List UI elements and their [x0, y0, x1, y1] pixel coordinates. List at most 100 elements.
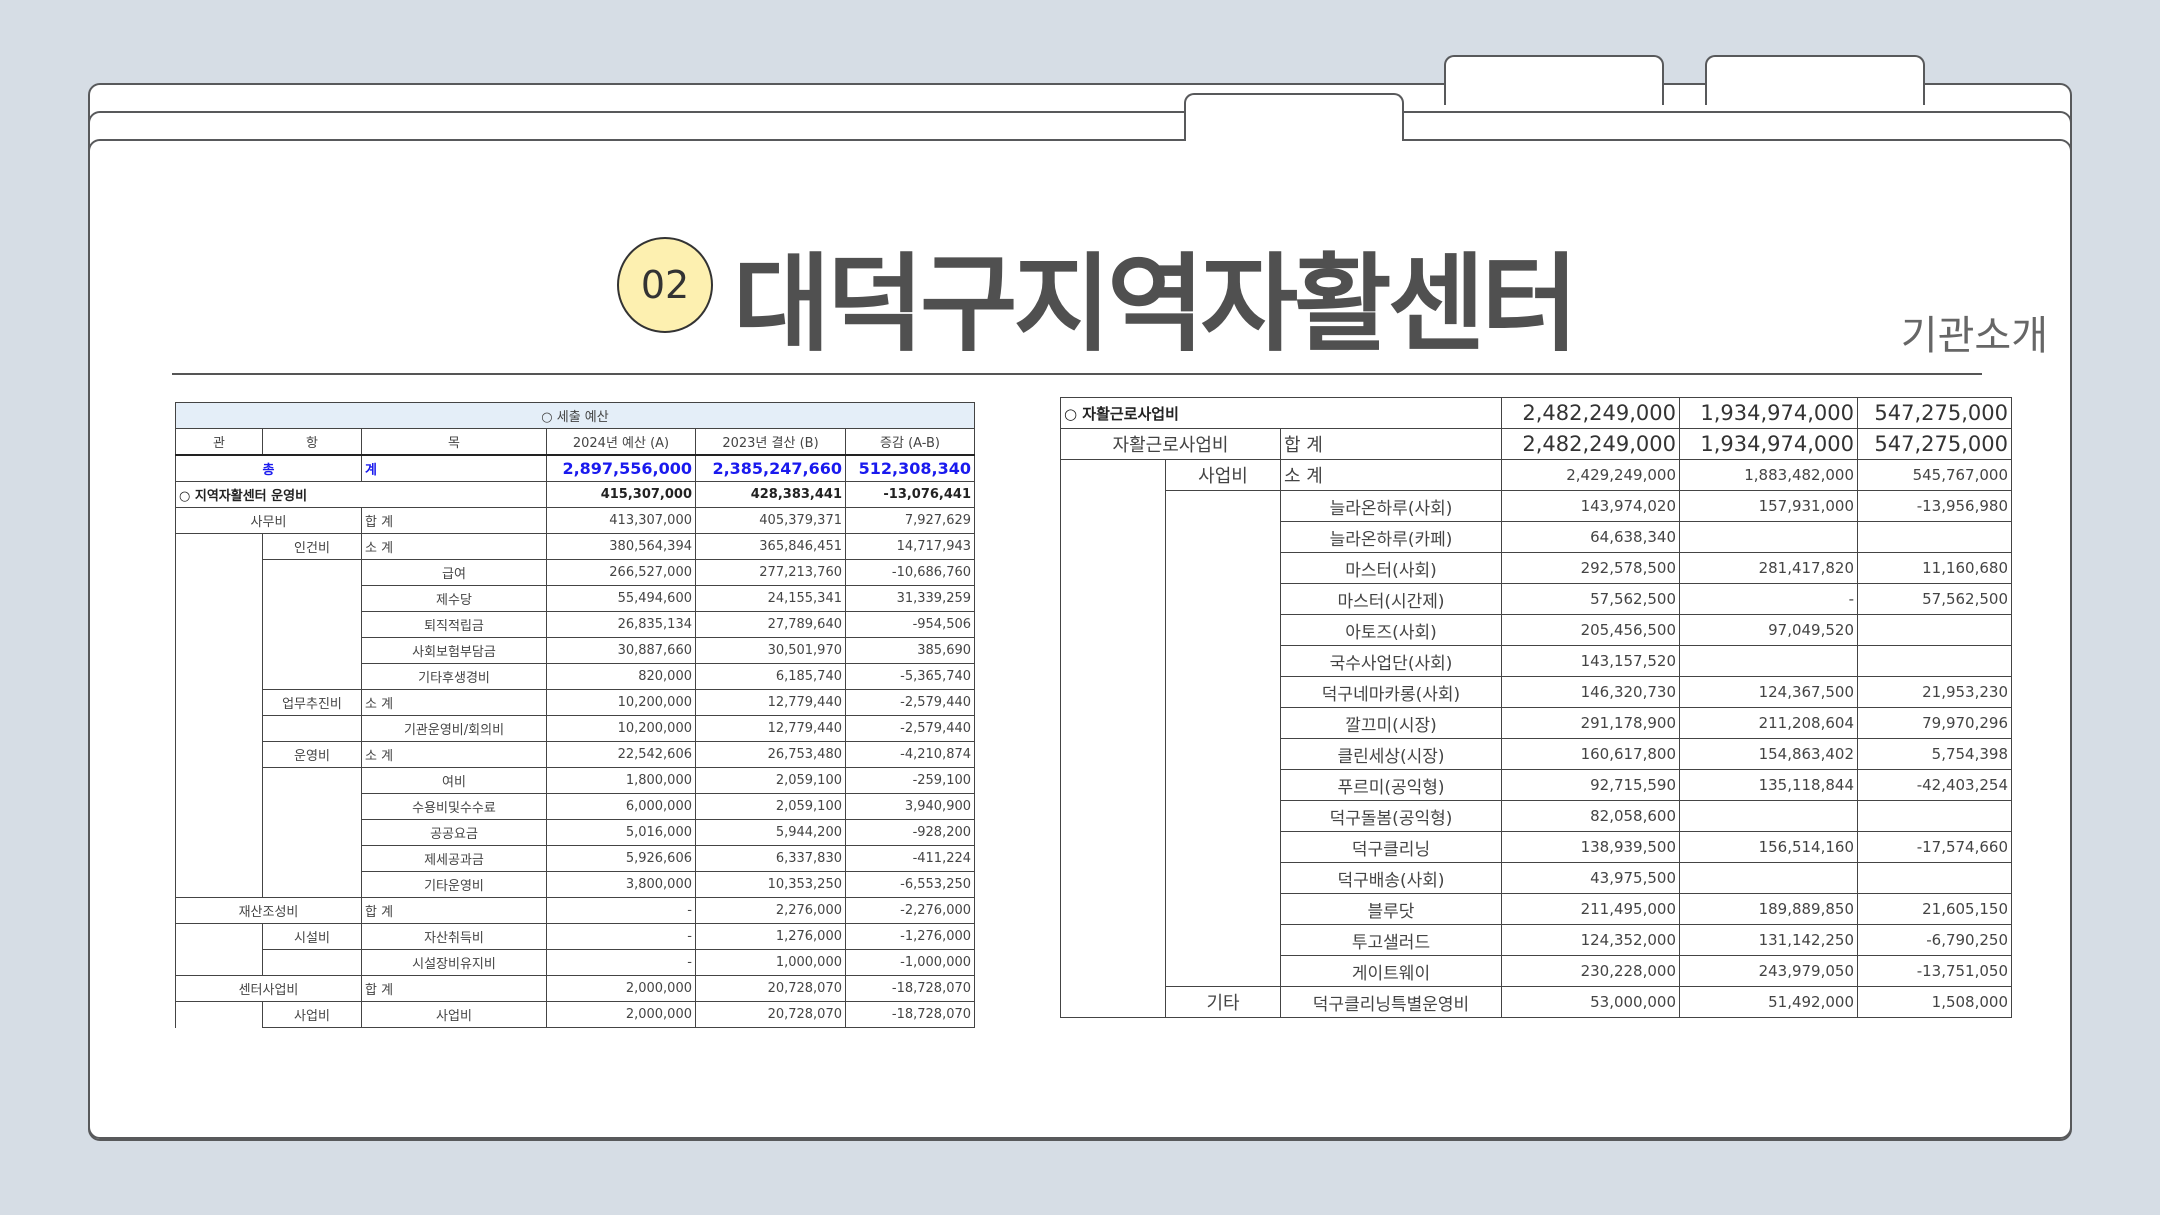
table-row: 기타후생경비 820,000 6,185,740 -5,365,740 [175, 663, 976, 690]
value-cell: -17,574,660 [1857, 831, 2012, 863]
business-unit-label: 마스터(사회) [1280, 552, 1502, 584]
blank-cell [175, 923, 263, 950]
table-caption: ○ 세출 예산 [174, 402, 976, 429]
self-support-sub-value-2023: 1,934,974,000 [1679, 428, 1858, 460]
value-cell: 124,367,500 [1679, 676, 1858, 708]
value-cell: 405,379,371 [695, 507, 846, 534]
table-row: 시설장비유지비 -1,000,000 -1,000,000 [175, 949, 976, 976]
item-label: 사회보험부담금 [361, 637, 547, 664]
value-cell: 5,944,200 [695, 819, 846, 846]
table-row: 급여 266,527,000 277,213,760 -10,686,760 [175, 559, 976, 586]
value-cell: -18,728,070 [844, 1001, 976, 1028]
value-cell: 64,638,340 [1501, 521, 1680, 553]
item-label: 사업비 [361, 1001, 547, 1028]
table-row: 업무추진비 소 계 10,200,000 12,779,440 -2,579,440 [175, 689, 976, 716]
folder-tab-1[interactable] [1184, 93, 1404, 143]
value-cell: 380,564,394 [546, 533, 696, 560]
table-header-row: 관 항 목 2024년 예산 (A) 2023년 결산 (B) 증감 (A-B) [175, 428, 976, 456]
blank-cell [175, 819, 263, 846]
value-cell: 2,276,000 [695, 897, 846, 924]
total-label-2: 계 [361, 454, 547, 482]
folder-tab-3[interactable] [1705, 55, 1925, 105]
blank-cell [175, 533, 263, 560]
value-cell: 21,953,230 [1857, 676, 2012, 708]
value-cell: 2,059,100 [695, 793, 846, 820]
value-cell: -954,506 [844, 611, 976, 638]
item-label: 소 계 [361, 689, 547, 716]
value-cell: 1,508,000 [1857, 986, 2012, 1018]
subcategory-label: 사업비 [262, 1001, 362, 1028]
value-cell: 189,889,850 [1679, 893, 1858, 925]
value-cell: 2,000,000 [546, 1001, 696, 1028]
value-cell: -4,210,874 [844, 741, 976, 768]
value-cell: 5,754,398 [1857, 738, 2012, 770]
item-label: 기관운영비/회의비 [361, 715, 547, 742]
blank-cell [262, 611, 362, 638]
value-cell: 55,494,600 [546, 585, 696, 612]
subcategory-label: 시설비 [262, 923, 362, 950]
self-support-label: ○ 자활근로사업비 [1060, 397, 1502, 429]
value-cell: 79,970,296 [1857, 707, 2012, 739]
value-cell: 20,728,070 [695, 975, 846, 1002]
value-cell [1679, 862, 1858, 894]
value-cell: 24,155,341 [695, 585, 846, 612]
value-cell [1857, 614, 2012, 646]
table-row: 사무비 합 계 413,307,000 405,379,371 7,927,629 [175, 507, 976, 534]
blank-cell [1060, 459, 1166, 1018]
blank-cell [175, 767, 263, 794]
blank-cell [175, 637, 263, 664]
value-cell: 43,975,500 [1501, 862, 1680, 894]
value-cell [1679, 521, 1858, 553]
blank-cell [262, 871, 362, 898]
blank-cell [262, 767, 362, 794]
section-label: ○ 지역자활센터 운영비 [175, 481, 547, 508]
value-cell: -5,365,740 [844, 663, 976, 690]
self-support-header-row: ○ 자활근로사업비 2,482,249,000 1,934,974,000 54… [1060, 397, 2012, 429]
value-cell: 7,927,629 [844, 507, 976, 534]
value-cell: 2,059,100 [695, 767, 846, 794]
value-cell: 20,728,070 [695, 1001, 846, 1028]
item-label: 제수당 [361, 585, 547, 612]
blank-cell [262, 949, 362, 976]
value-cell: -411,224 [844, 845, 976, 872]
blank-cell [175, 1001, 263, 1028]
value-cell: 3,940,900 [844, 793, 976, 820]
value-cell: 154,863,402 [1679, 738, 1858, 770]
self-support-value-2024: 2,482,249,000 [1501, 397, 1680, 429]
column-header: 2023년 결산 (B) [695, 428, 846, 456]
page-subtitle: 기관소개 [1900, 313, 2048, 359]
table-row: 여비 1,800,000 2,059,100 -259,100 [175, 767, 976, 794]
folder-tab-2[interactable] [1444, 55, 1664, 105]
self-support-sub-label: 자활근로사업비 [1060, 428, 1281, 460]
business-value-diff: 545,767,000 [1857, 459, 2012, 491]
subcategory-label: 업무추진비 [262, 689, 362, 716]
self-support-sub-sum-label: 합 계 [1280, 428, 1502, 460]
item-label: 제세공과금 [361, 845, 547, 872]
business-unit-label: 덕구돌봄(공익형) [1280, 800, 1502, 832]
blank-cell [175, 611, 263, 638]
value-cell: 243,979,050 [1679, 955, 1858, 987]
blank-cell [262, 637, 362, 664]
value-cell: -6,790,250 [1857, 924, 2012, 956]
value-cell: 30,887,660 [546, 637, 696, 664]
value-cell: 30,501,970 [695, 637, 846, 664]
value-cell: 10,353,250 [695, 871, 846, 898]
self-support-work-budget-table: ○ 자활근로사업비 2,482,249,000 1,934,974,000 54… [1060, 397, 2012, 1018]
blank-cell [262, 559, 362, 586]
value-cell: 291,178,900 [1501, 707, 1680, 739]
total-label: 총 [175, 454, 362, 482]
value-cell [1857, 645, 2012, 677]
value-cell: 53,000,000 [1501, 986, 1680, 1018]
value-cell: 131,142,250 [1679, 924, 1858, 956]
business-unit-label: 블루닷 [1280, 893, 1502, 925]
blank-cell [262, 819, 362, 846]
business-unit-label: 투고샐러드 [1280, 924, 1502, 956]
value-cell: -2,579,440 [844, 689, 976, 716]
value-cell: 230,228,000 [1501, 955, 1680, 987]
business-label: 사업비 [1165, 459, 1281, 491]
value-cell: 428,383,441 [695, 481, 846, 508]
column-header: 증감 (A-B) [844, 428, 976, 456]
value-cell: 413,307,000 [546, 507, 696, 534]
table-row: 공공요금 5,016,000 5,944,200 -928,200 [175, 819, 976, 846]
value-cell: 211,208,604 [1679, 707, 1858, 739]
